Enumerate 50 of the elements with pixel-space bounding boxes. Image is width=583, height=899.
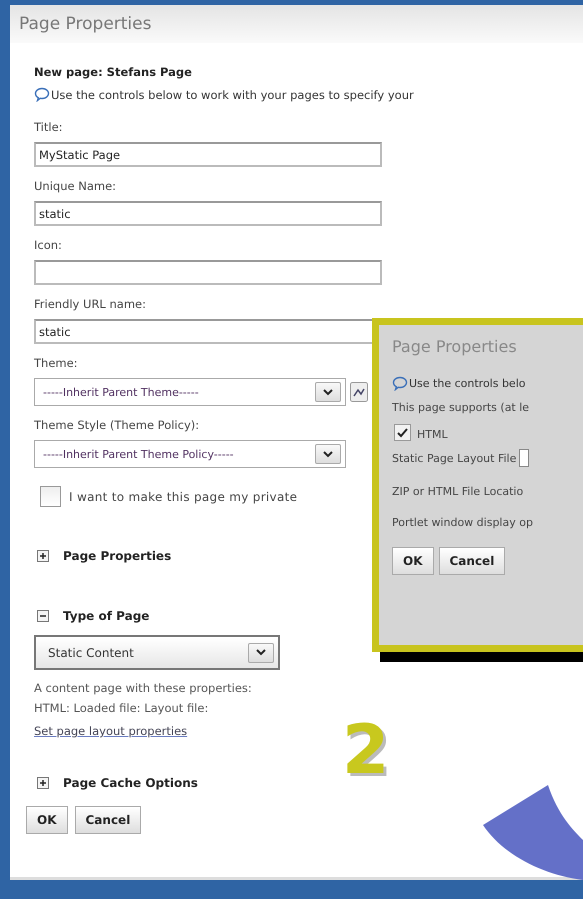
- preview-icon[interactable]: [350, 382, 368, 402]
- checkbox[interactable]: [40, 486, 61, 507]
- select-field[interactable]: -----Inherit Parent Theme Policy-----: [34, 440, 346, 468]
- caret-icon: [256, 649, 266, 656]
- expand-icon[interactable]: [37, 550, 49, 562]
- field-label: Icon:: [34, 238, 63, 252]
- window-title: Page Properties: [19, 14, 152, 34]
- field-label: Portlet window display op: [392, 516, 533, 529]
- checkbox[interactable]: [394, 424, 411, 441]
- select-field[interactable]: -----Inherit Parent Theme-----: [34, 378, 346, 406]
- section-title[interactable]: Type of Page: [63, 609, 150, 623]
- field-label: Friendly URL name:: [34, 297, 147, 311]
- input-field[interactable]: static: [34, 201, 382, 226]
- checkbox-label: HTML: [417, 428, 448, 441]
- step-number: 2: [342, 717, 390, 785]
- caret-icon: [323, 388, 333, 396]
- dialog-button[interactable]: Cancel: [438, 547, 506, 575]
- expand-icon[interactable]: [37, 777, 49, 789]
- collapse-icon[interactable]: [37, 610, 49, 622]
- section-title[interactable]: Page Cache Options: [63, 776, 198, 790]
- dialog-button[interactable]: OK: [26, 806, 68, 834]
- window-title: Page Properties: [392, 337, 518, 356]
- field-label: Static Page Layout File: [392, 452, 516, 464]
- input-field[interactable]: [519, 449, 530, 467]
- field-label: Unique Name:: [34, 179, 118, 193]
- field-label: Title:: [34, 120, 64, 134]
- section-title[interactable]: Page Properties: [63, 549, 172, 563]
- field-label: Theme:: [34, 356, 79, 370]
- dialog-button[interactable]: OK: [392, 547, 434, 575]
- input-field[interactable]: MyStatic Page: [34, 142, 382, 167]
- input-field[interactable]: [34, 260, 382, 285]
- dropdown-button[interactable]: [315, 444, 341, 464]
- info-text: Use the controls below to work with your pages to specify your: [51, 88, 414, 102]
- speech-bubble-icon: [392, 376, 408, 391]
- layout-link[interactable]: Set page layout properties: [34, 724, 188, 738]
- field-label: Theme Style (Theme Policy):: [34, 418, 200, 432]
- caret-icon: [323, 450, 333, 458]
- checkmark-icon: [396, 426, 409, 438]
- page-heading: New page: Stefans Page: [34, 65, 193, 79]
- info-text: Use the controls belo: [409, 377, 526, 390]
- dropdown-button[interactable]: [315, 382, 341, 402]
- description-text: HTML: Loaded file: Layout file:: [34, 700, 210, 717]
- dropdown-button[interactable]: [248, 642, 274, 662]
- speech-bubble-icon: [34, 87, 50, 102]
- select-field[interactable]: Static Content: [34, 635, 280, 670]
- description-text: A content page with these properties:: [34, 680, 253, 697]
- field-label: ZIP or HTML File Locatio: [392, 485, 524, 498]
- dialog-button[interactable]: Cancel: [74, 806, 142, 834]
- support-text: This page supports (at le: [392, 401, 530, 414]
- checkbox-label: I want to make this page my private: [69, 490, 298, 504]
